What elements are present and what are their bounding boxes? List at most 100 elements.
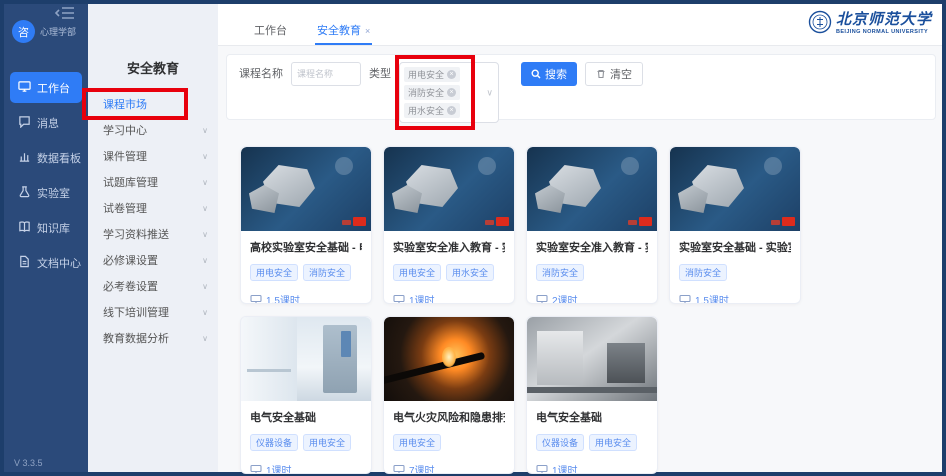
sidebar-item-question-bank[interactable]: 试题库管理∨ bbox=[88, 170, 218, 196]
course-thumbnail bbox=[241, 147, 371, 231]
course-name-input[interactable] bbox=[291, 62, 361, 86]
lesson-hours-icon bbox=[536, 464, 548, 474]
chevron-down-icon: ∨ bbox=[486, 87, 493, 98]
chevron-down-icon: ∨ bbox=[202, 300, 208, 326]
course-title: 实验室安全准入教育 - 实验室水... bbox=[393, 239, 505, 255]
menu-label: 必考卷设置 bbox=[103, 281, 158, 293]
chevron-down-icon: ∨ bbox=[202, 248, 208, 274]
sidebar-item-laboratory[interactable]: 实验室 bbox=[10, 177, 82, 208]
main-content: 课程名称 类型 用电安全× 消防安全× 用水安全× ∨ 搜索 清空 bbox=[218, 46, 942, 472]
sidebar-item-label: 工作台 bbox=[37, 80, 70, 96]
sidebar-item-required-exam[interactable]: 必考卷设置∨ bbox=[88, 274, 218, 300]
course-card[interactable]: 电气安全基础 仪器设备用电安全 1课时 bbox=[526, 316, 658, 474]
course-hours-label: 1课时 bbox=[552, 462, 578, 474]
menu-label: 试卷管理 bbox=[103, 203, 147, 215]
course-card[interactable]: 电气火灾风险和隐患排查图解培... 用电安全 7课时 bbox=[383, 316, 515, 474]
course-thumbnail bbox=[527, 317, 657, 401]
collapse-sidebar-icon[interactable] bbox=[54, 6, 76, 20]
sidebar-item-exam-paper[interactable]: 试卷管理 ∨ bbox=[88, 196, 218, 222]
menu-label: 学习中心 bbox=[103, 125, 147, 137]
course-tag: 用电安全 bbox=[589, 434, 637, 451]
course-title: 高校实验室安全基础 - 电气类实... bbox=[250, 239, 362, 255]
sidebar-item-material-push[interactable]: 学习资料推送∨ bbox=[88, 222, 218, 248]
filter-tag: 消防安全× bbox=[404, 85, 460, 100]
course-thumbnail bbox=[241, 317, 371, 401]
header-bar: 工作台 安全教育× 北京师范大学 BEIJING NORMAL UNIVERSI… bbox=[218, 4, 942, 46]
course-card[interactable]: 高校实验室安全基础 - 电气类实... 用电安全消防安全 1.5课时 bbox=[240, 146, 372, 304]
menu-label: 试题库管理 bbox=[103, 177, 158, 189]
sidebar-item-offline-training[interactable]: 线下培训管理 ∨ bbox=[88, 300, 218, 326]
sidebar-item-label: 消息 bbox=[37, 115, 59, 131]
sidebar-item-education-analytics[interactable]: 教育数据分析∨ bbox=[88, 326, 218, 352]
search-icon bbox=[531, 69, 541, 79]
sidebar-item-knowledge-base[interactable]: 知识库 bbox=[10, 212, 82, 243]
menu-label: 线下培训管理 bbox=[103, 307, 169, 319]
course-thumbnail bbox=[384, 147, 514, 231]
course-hours-label: 1课时 bbox=[266, 462, 292, 474]
sidebar-item-messages[interactable]: 消息 bbox=[10, 107, 82, 138]
course-hours-label: 1.5课时 bbox=[695, 292, 729, 304]
lesson-hours-icon bbox=[250, 464, 262, 474]
course-hours-label: 1课时 bbox=[409, 292, 435, 304]
sidebar-item-label: 实验室 bbox=[37, 185, 70, 201]
sidebar-item-course-market[interactable]: 课程市场 bbox=[88, 92, 218, 118]
search-filter-panel: 课程名称 类型 用电安全× 消防安全× 用水安全× ∨ 搜索 清空 bbox=[226, 54, 936, 120]
course-tag: 仪器设备 bbox=[536, 434, 584, 451]
lesson-hours-icon bbox=[536, 294, 548, 304]
document-icon bbox=[18, 255, 31, 271]
type-multiselect[interactable]: 用电安全× 消防安全× 用水安全× ∨ bbox=[399, 62, 499, 123]
tab-workbench[interactable]: 工作台 bbox=[252, 17, 289, 45]
course-title: 实验室安全基础 - 实验室消防安全 bbox=[679, 239, 791, 255]
sidebar-item-workbench[interactable]: 工作台 bbox=[10, 72, 82, 103]
menu-label: 课件管理 bbox=[103, 151, 147, 163]
remove-tag-icon[interactable]: × bbox=[447, 106, 456, 115]
lesson-hours-icon bbox=[393, 464, 405, 474]
course-tag: 用水安全 bbox=[446, 264, 494, 281]
avatar[interactable]: 咨 bbox=[12, 20, 35, 43]
chevron-down-icon: ∨ bbox=[202, 196, 208, 222]
course-tag: 用电安全 bbox=[303, 434, 351, 451]
course-card[interactable]: 实验室安全准入教育 - 实验室水... 用电安全用水安全 1课时 bbox=[383, 146, 515, 304]
flask-icon bbox=[18, 185, 31, 201]
search-button[interactable]: 搜索 bbox=[521, 62, 577, 86]
workbench-icon bbox=[18, 80, 31, 96]
course-tag: 消防安全 bbox=[303, 264, 351, 281]
watermark-badge bbox=[782, 217, 795, 226]
course-tag: 用电安全 bbox=[393, 264, 441, 281]
sidebar-item-courseware-management[interactable]: 课件管理∨ bbox=[88, 144, 218, 170]
course-thumbnail bbox=[384, 317, 514, 401]
university-emblem-icon bbox=[808, 10, 832, 34]
sidebar-item-label: 数据看板 bbox=[37, 150, 81, 166]
version-label: V 3.3.5 bbox=[14, 458, 43, 468]
sidebar-item-label: 文档中心 bbox=[37, 255, 81, 271]
university-logo: 北京师范大学 BEIJING NORMAL UNIVERSITY bbox=[808, 8, 932, 35]
close-tab-icon[interactable]: × bbox=[365, 26, 370, 36]
sidebar-item-required-course[interactable]: 必修课设置∨ bbox=[88, 248, 218, 274]
sidebar-item-document-center[interactable]: 文档中心 bbox=[10, 247, 82, 278]
remove-tag-icon[interactable]: × bbox=[447, 70, 456, 79]
course-card[interactable]: 实验室安全基础 - 实验室消防安全 消防安全 1.5课时 bbox=[669, 146, 801, 304]
clear-button[interactable]: 清空 bbox=[585, 62, 643, 86]
menu-label: 学习资料推送 bbox=[103, 229, 169, 241]
course-card[interactable]: 电气安全基础 仪器设备用电安全 1课时 bbox=[240, 316, 372, 474]
course-hours-label: 1.5课时 bbox=[266, 292, 300, 304]
chevron-down-icon: ∨ bbox=[202, 118, 208, 144]
course-name-label: 课程名称 bbox=[239, 62, 283, 86]
tab-safety-education[interactable]: 安全教育× bbox=[315, 17, 372, 45]
book-icon bbox=[18, 220, 31, 236]
watermark-badge bbox=[353, 217, 366, 226]
remove-tag-icon[interactable]: × bbox=[447, 88, 456, 97]
course-title: 电气安全基础 bbox=[536, 409, 648, 425]
module-title: 安全教育 bbox=[88, 58, 218, 77]
trash-icon bbox=[596, 69, 606, 79]
chevron-down-icon: ∨ bbox=[202, 326, 208, 352]
secondary-sidebar: 安全教育 课程市场 学习中心∨ 课件管理∨ 试题库管理∨ 试卷管理∨ 学习资料推… bbox=[88, 4, 218, 472]
sidebar-item-label: 知识库 bbox=[37, 220, 70, 236]
course-title: 电气安全基础 bbox=[250, 409, 362, 425]
course-card[interactable]: 实验室安全准入教育 - 实验室消... 消防安全 2课时 bbox=[526, 146, 658, 304]
sidebar-item-dashboard[interactable]: 数据看板 bbox=[10, 142, 82, 173]
bar-chart-icon bbox=[18, 150, 31, 166]
course-thumbnail bbox=[527, 147, 657, 231]
course-tag: 用电安全 bbox=[250, 264, 298, 281]
sidebar-item-learning-center[interactable]: 学习中心 ∨ bbox=[88, 118, 218, 144]
